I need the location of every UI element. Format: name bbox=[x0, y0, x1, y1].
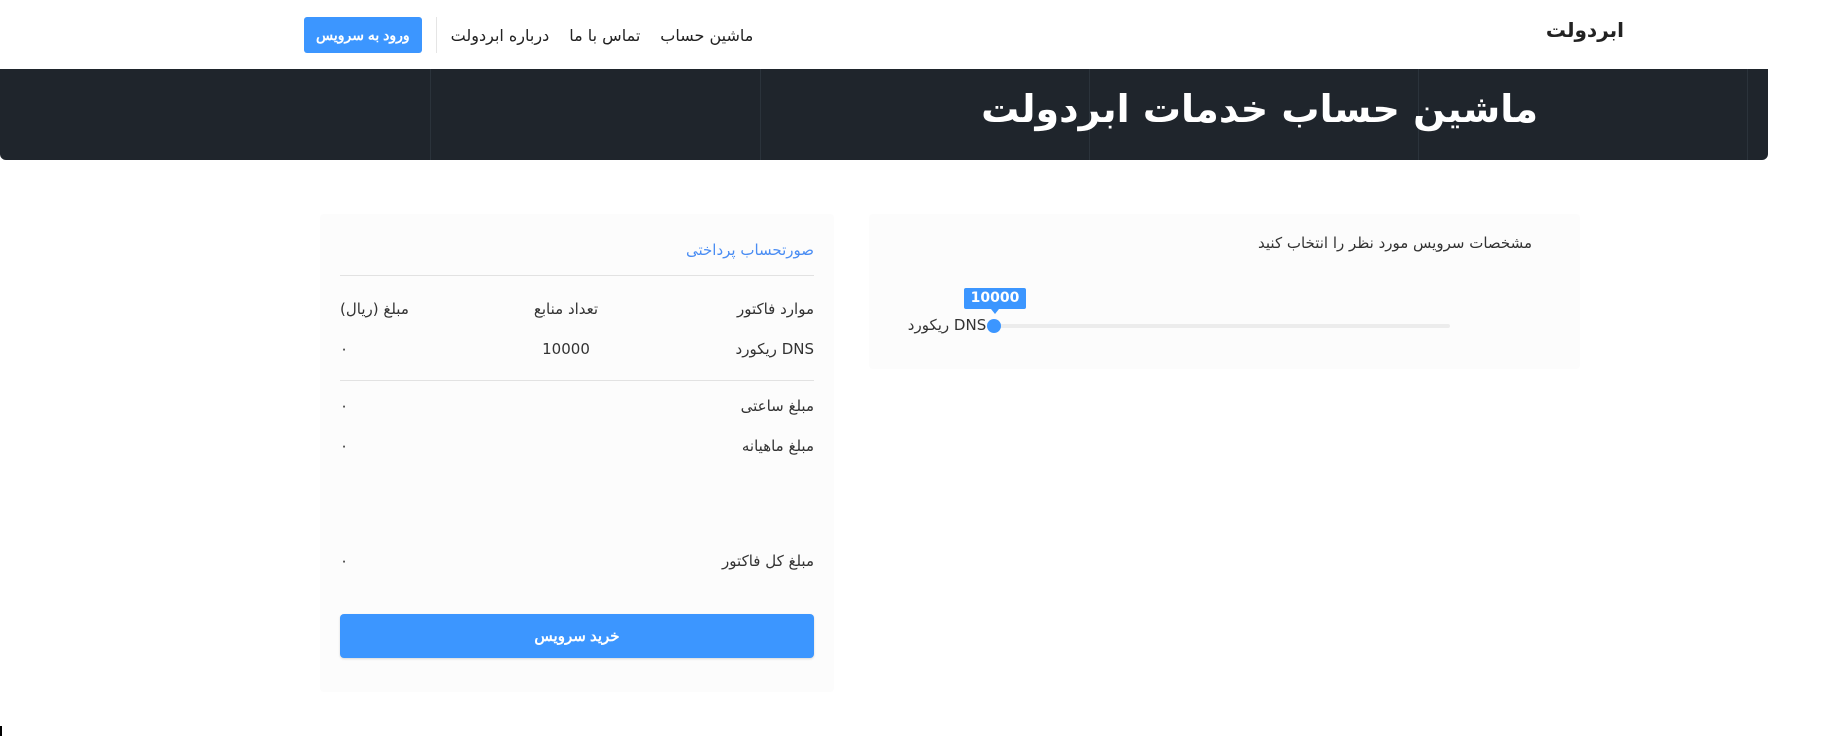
top-navbar: ابردولت ورود به سرویس درباره ابردولت تما… bbox=[0, 0, 1840, 70]
table-row: DNS ریکورد 10000 ۰ bbox=[340, 340, 814, 364]
hourly-label: مبلغ ساعتی bbox=[740, 397, 814, 415]
buy-service-button[interactable]: خرید سرویس bbox=[340, 614, 814, 658]
nav-link-contact[interactable]: تماس با ما bbox=[569, 26, 640, 45]
total-cost-row: مبلغ کل فاکتور ۰ bbox=[340, 552, 814, 576]
hourly-cost-row: مبلغ ساعتی ۰ bbox=[340, 397, 814, 421]
spec-heading: مشخصات سرویس مورد نظر را انتخاب کنید bbox=[1258, 234, 1532, 252]
service-spec-card: مشخصات سرویس مورد نظر را انتخاب کنید DNS… bbox=[869, 214, 1580, 369]
nav-link-about[interactable]: درباره ابردولت bbox=[451, 26, 550, 45]
hourly-value: ۰ bbox=[340, 397, 349, 415]
monthly-label: مبلغ ماهیانه bbox=[741, 437, 814, 455]
header-item: موارد فاکتور bbox=[736, 300, 814, 318]
slider-handle[interactable] bbox=[987, 319, 1001, 333]
nav-link-calculator[interactable]: ماشین حساب bbox=[660, 26, 753, 45]
dns-record-slider-track[interactable] bbox=[993, 324, 1450, 328]
invoice-header-row: موارد فاکتور تعداد منابع مبلغ (ریال) bbox=[340, 300, 814, 324]
hero-grid-line bbox=[760, 69, 761, 160]
nav-divider bbox=[435, 17, 437, 53]
row-item: DNS ریکورد bbox=[735, 340, 814, 358]
login-button[interactable]: ورود به سرویس bbox=[304, 17, 422, 53]
brand-logo[interactable]: ابردولت bbox=[1546, 18, 1624, 42]
header-count: تعداد منابع bbox=[533, 300, 599, 318]
nav-menu: ورود به سرویس درباره ابردولت تماس با ما … bbox=[304, 16, 753, 54]
row-count: 10000 bbox=[542, 340, 590, 358]
corner-mark bbox=[0, 726, 2, 736]
total-label: مبلغ کل فاکتور bbox=[722, 552, 814, 570]
divider bbox=[340, 275, 814, 276]
hero-grid-line bbox=[1747, 69, 1748, 160]
total-value: ۰ bbox=[340, 552, 349, 570]
hero-banner: ماشین حساب خدمات ابردولت bbox=[0, 69, 1768, 160]
monthly-value: ۰ bbox=[340, 437, 349, 455]
row-amount: ۰ bbox=[340, 340, 349, 358]
divider bbox=[340, 380, 814, 381]
hero-grid-line bbox=[430, 69, 431, 160]
slider-value-tooltip: 10000 bbox=[964, 288, 1026, 314]
monthly-cost-row: مبلغ ماهیانه ۰ bbox=[340, 437, 814, 461]
page-title: ماشین حساب خدمات ابردولت bbox=[981, 87, 1538, 131]
invoice-card: صورتحساب پرداختی موارد فاکتور تعداد مناب… bbox=[320, 214, 834, 692]
header-amount: مبلغ (ریال) bbox=[340, 300, 409, 318]
invoice-title: صورتحساب پرداختی bbox=[685, 241, 814, 259]
